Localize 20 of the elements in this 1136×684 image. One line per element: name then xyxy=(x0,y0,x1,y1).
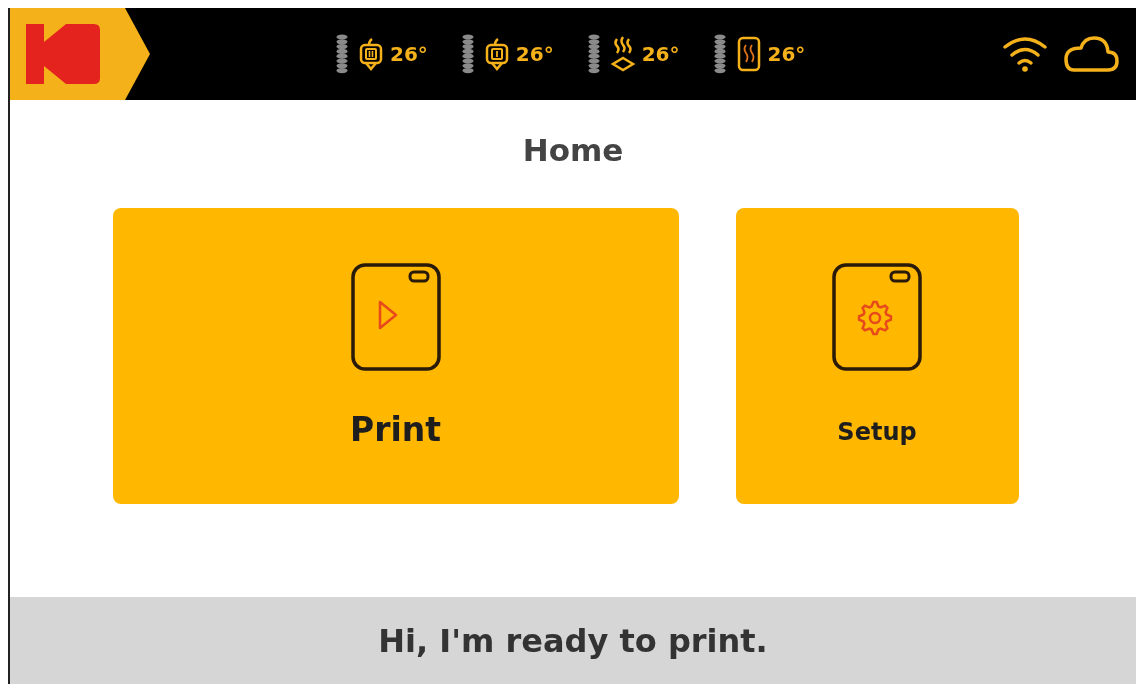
temperature-reading: 26° xyxy=(515,42,554,66)
nozzle-icon xyxy=(483,35,510,73)
device-icon xyxy=(831,262,923,372)
spring-icon xyxy=(713,33,726,75)
spring-icon xyxy=(336,33,348,75)
nozzle-icon xyxy=(358,35,384,73)
page-title: Home xyxy=(522,132,624,168)
temperature-reading: 26° xyxy=(390,42,428,66)
heated-bed-icon xyxy=(735,35,762,73)
wifi-icon xyxy=(1002,35,1048,73)
temperature-reading: 26° xyxy=(641,42,680,66)
heat-plate-icon xyxy=(609,35,636,73)
spring-icon xyxy=(587,33,600,75)
device-icon xyxy=(349,262,442,372)
setup-button[interactable]: Setup xyxy=(735,208,1019,504)
status-message: Hi, I'm ready to print. xyxy=(378,621,768,660)
cloud-icon xyxy=(1062,34,1120,74)
temperature-reading: 26° xyxy=(767,42,806,66)
spring-icon xyxy=(461,33,474,75)
print-button[interactable]: Print xyxy=(112,208,679,504)
